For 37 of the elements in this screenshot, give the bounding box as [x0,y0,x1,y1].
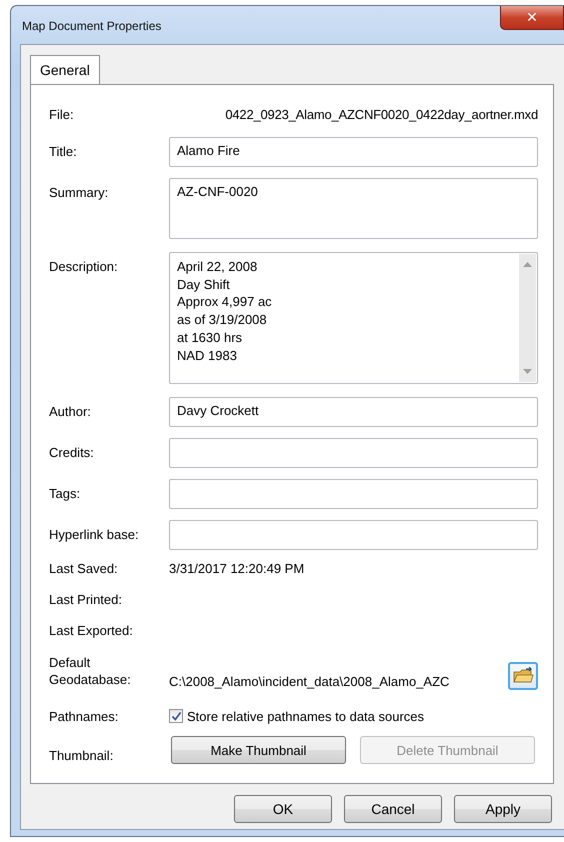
field-label: Credits: [49,444,95,462]
input-field[interactable]: AZ-CNF-0020 [169,178,538,239]
close-button[interactable]: ✕ [500,6,564,30]
input-field[interactable]: Alamo Fire [169,137,538,167]
input-field[interactable]: Davy Crockett [169,397,538,427]
field-label: Thumbnail: [49,748,114,764]
field-label: Pathnames: [49,708,120,724]
field-label: Hyperlink base: [49,526,140,544]
scroll-down-icon[interactable] [523,368,532,374]
thumbnail-button[interactable]: Make Thumbnail [171,736,346,764]
geodatabase-path: C:\2008_Alamo\incident_data\2008_Alamo_AZC [169,673,450,690]
input-field[interactable] [169,520,538,550]
dialog-button[interactable]: OK [234,795,332,823]
dialog-button[interactable]: Apply [454,795,552,823]
scrollbar[interactable] [519,254,536,382]
tab[interactable]: General [30,55,100,84]
dialog-button[interactable]: Cancel [344,795,442,823]
window-title: Map Document Properties [22,19,162,33]
input-field[interactable] [169,479,538,509]
field-label: Tags: [49,485,82,503]
field-label: Title: [49,143,78,161]
text-area[interactable]: April 22, 2008 Day Shift Approx 4,997 ac as of 3/19/2008 at 1630 hrs NAD 1983 [169,252,538,384]
field-label: Summary: [49,184,110,202]
field-label: Last Exported: [49,623,134,640]
file-path: 0422_0923_Alamo_AZCNF0020_0422day_aortner.mxd [224,107,538,124]
field-label: Default Geodatabase: [49,654,132,689]
checkmark-icon [170,710,182,722]
field-label: Description: [49,258,119,276]
folder-icon[interactable] [508,662,538,690]
field-label: File: [49,107,75,124]
input-field[interactable] [169,438,538,468]
field-label: Last Printed: [49,592,123,609]
scroll-up-icon[interactable] [523,262,532,268]
field-label: Author: [49,403,92,421]
date-text: 3/31/2017 12:20:49 PM [169,561,304,578]
field-label: Last Saved: [49,561,119,578]
relative-paths-checkbox[interactable]: Store relative pathnames to data sources [169,708,424,724]
